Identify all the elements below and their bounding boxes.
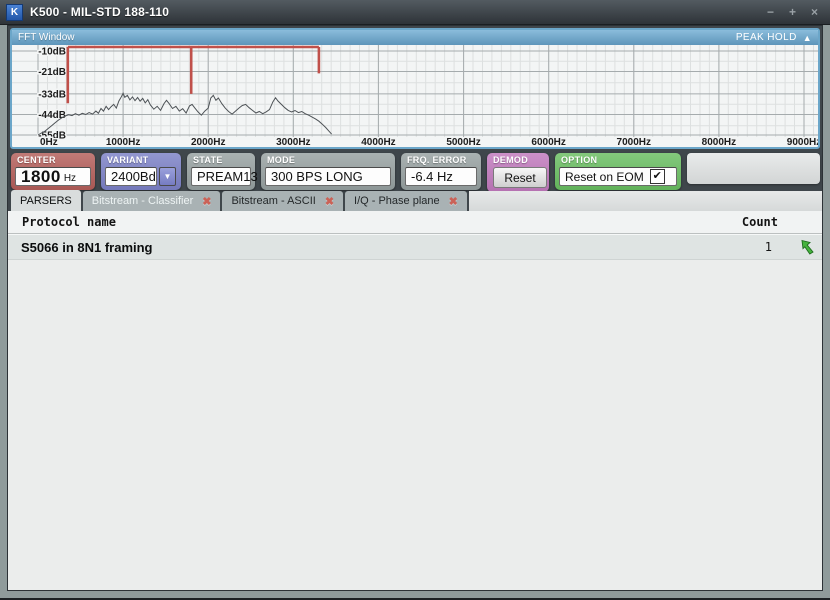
protocol-name-cell: S5066 in 8N1 framing (8, 240, 153, 255)
center-value-field[interactable]: 1800 Hz (15, 167, 91, 186)
reset-on-eom-label: Reset on EOM (565, 170, 644, 184)
frq-error-value: -6.4 Hz (405, 167, 477, 186)
center-unit: Hz (64, 173, 76, 184)
tab-label: I/Q - Phase plane (354, 195, 440, 207)
demod-panel: DEMOD Reset (487, 153, 549, 192)
close-tab-icon[interactable]: ✖ (325, 195, 334, 208)
reset-on-eom-field: Reset on EOM ✔ (559, 167, 677, 186)
option-label: OPTION (559, 154, 677, 167)
maximize-button[interactable]: + (789, 0, 796, 24)
reset-on-eom-checkbox[interactable]: ✔ (650, 169, 665, 184)
parser-table: Protocol name Count S5066 in 8N1 framing… (8, 211, 822, 590)
svg-text:3000Hz: 3000Hz (276, 137, 310, 145)
minimize-button[interactable]: − (767, 0, 774, 24)
variant-panel: VARIANT 2400Bd ▼ (101, 153, 181, 190)
svg-text:-21dB: -21dB (38, 67, 66, 78)
frq-error-label: FRQ. ERROR (405, 154, 477, 167)
state-panel: STATE PREAM13 (187, 153, 255, 190)
svg-text:5000Hz: 5000Hz (446, 137, 480, 145)
control-strip: CENTER 1800 Hz VARIANT 2400Bd ▼ STATE PR… (8, 149, 822, 189)
tab-bitstream-ascii[interactable]: Bitstream - ASCII ✖ (222, 191, 343, 211)
tab-iq-phase-plane[interactable]: I/Q - Phase plane ✖ (345, 191, 467, 211)
variant-value: 2400Bd (105, 167, 157, 186)
close-tab-icon[interactable]: ✖ (202, 195, 211, 208)
tab-bar-filler (469, 191, 822, 211)
svg-text:6000Hz: 6000Hz (531, 137, 565, 145)
jump-to-parser-icon[interactable] (800, 239, 816, 255)
fft-panel: FFT Window PEAK HOLD ▲ -10dB -21dB -33dB -4… (10, 28, 820, 149)
fft-title: FFT Window (18, 32, 75, 43)
state-label: STATE (191, 154, 251, 167)
peak-hold-label: PEAK HOLD (736, 32, 797, 43)
mode-value: 300 BPS LONG (265, 167, 391, 186)
svg-text:4000Hz: 4000Hz (361, 137, 395, 145)
svg-text:-33dB: -33dB (38, 89, 66, 100)
demod-label: DEMOD (491, 154, 545, 167)
center-frequency-panel: CENTER 1800 Hz (11, 153, 95, 190)
table-header: Protocol name Count (8, 211, 822, 234)
svg-text:1000Hz: 1000Hz (106, 137, 140, 145)
mode-panel: MODE 300 BPS LONG (261, 153, 395, 190)
app-window: K K500 - MIL-STD 188-110 − + × FFT Windo… (0, 0, 830, 600)
demod-reset-button[interactable]: Reset (493, 167, 547, 188)
variant-label: VARIANT (105, 154, 177, 167)
protocol-name-column-header: Protocol name (8, 215, 116, 229)
tab-bar: PARSERS Bitstream - Classifier ✖ Bitstre… (8, 190, 822, 211)
mode-label: MODE (265, 154, 391, 167)
count-column-header: Count (742, 215, 822, 229)
frequency-error-panel: FRQ. ERROR -6.4 Hz (401, 153, 481, 190)
center-value: 1800 (21, 167, 61, 187)
state-value: PREAM13 (191, 167, 251, 186)
chevron-down-icon: ▼ (164, 172, 172, 181)
peak-hold-toggle[interactable]: PEAK HOLD ▲ (736, 32, 812, 43)
tab-label: Bitstream - ASCII (231, 195, 315, 207)
window-body: FFT Window PEAK HOLD ▲ -10dB -21dB -33dB -4… (7, 25, 823, 591)
app-icon: K (6, 4, 23, 21)
option-panel: OPTION Reset on EOM ✔ (555, 153, 681, 190)
tab-label: PARSERS (20, 195, 72, 207)
variant-dropdown-button[interactable]: ▼ (159, 167, 176, 186)
table-empty-area (8, 260, 822, 590)
svg-text:0Hz: 0Hz (40, 137, 58, 145)
fft-spectrum-chart: -10dB-21dB-33dB-44dB-55dB0Hz1000Hz2000Hz… (12, 45, 818, 145)
tab-parsers[interactable]: PARSERS (11, 190, 81, 211)
title-bar: K K500 - MIL-STD 188-110 − + × (0, 0, 830, 25)
control-strip-filler (687, 153, 820, 184)
svg-text:-10dB: -10dB (38, 47, 66, 58)
close-button[interactable]: × (811, 0, 818, 24)
center-label: CENTER (15, 154, 91, 167)
svg-text:7000Hz: 7000Hz (617, 137, 651, 145)
table-row[interactable]: S5066 in 8N1 framing 1 (8, 234, 822, 260)
tab-bitstream-classifier[interactable]: Bitstream - Classifier ✖ (83, 191, 221, 211)
svg-text:8000Hz: 8000Hz (702, 137, 736, 145)
svg-text:-44dB: -44dB (38, 110, 66, 121)
tab-label: Bitstream - Classifier (92, 195, 193, 207)
svg-text:2000Hz: 2000Hz (191, 137, 225, 145)
close-tab-icon[interactable]: ✖ (449, 195, 458, 208)
collapse-arrow-icon: ▲ (803, 33, 812, 43)
svg-text:9000Hz: 9000Hz (787, 137, 818, 145)
fft-header: FFT Window PEAK HOLD ▲ (12, 30, 818, 45)
window-title: K500 - MIL-STD 188-110 (30, 5, 169, 19)
